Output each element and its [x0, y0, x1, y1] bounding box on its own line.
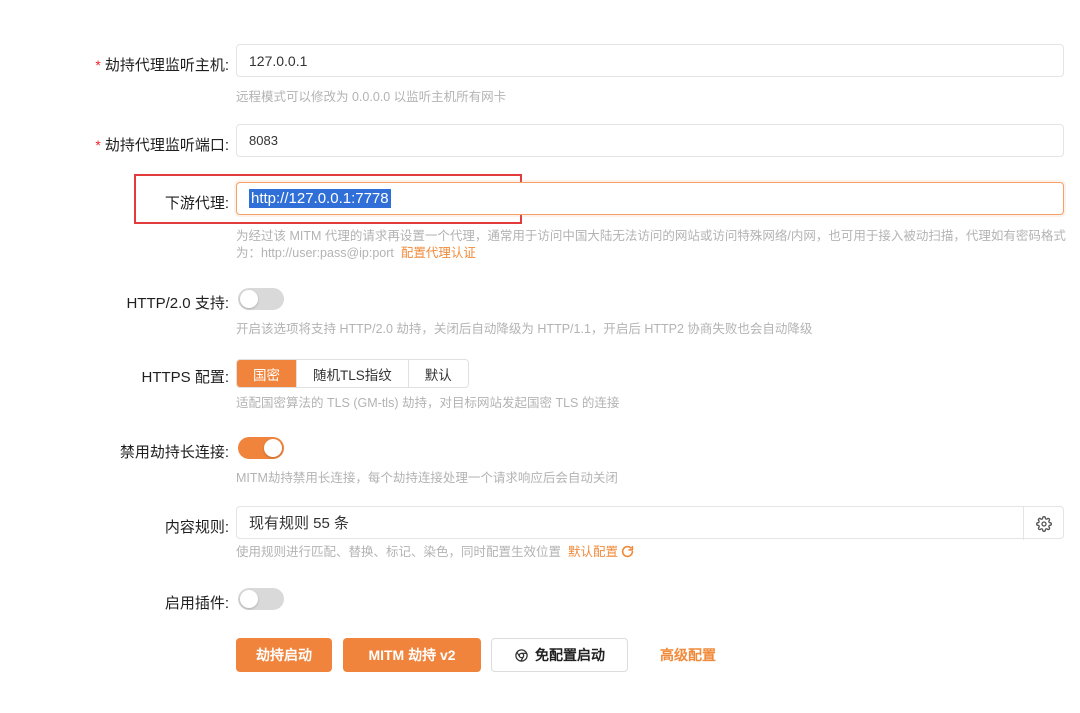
rules-label: 内容规则: [164, 519, 229, 536]
http2-switch[interactable] [238, 288, 284, 310]
port-value: 8083 [249, 133, 278, 148]
host-help: 远程模式可以修改为 0.0.0.0 以监听主机所有网卡 [236, 90, 507, 104]
start-hijack-button[interactable]: 劫持启动 [236, 638, 332, 672]
https-help: 适配国密算法的 TLS (GM-tls) 劫持，对目标网站发起国密 TLS 的连… [236, 396, 620, 410]
port-input[interactable]: 8083 [236, 124, 1064, 157]
proxy-auth-link[interactable]: 配置代理认证 [401, 246, 476, 260]
downstream-proxy-input[interactable]: http://127.0.0.1:7778 [236, 182, 1064, 215]
rules-help: 使用规则进行匹配、替换、标记、染色，同时配置生效位置 默认配置 [236, 544, 634, 561]
gear-icon [1035, 515, 1052, 532]
rules-settings-button[interactable] [1023, 507, 1063, 540]
downstream-help-text: 为经过该 MITM 代理的请求再设置一个代理，通常用于访问中国大陆无法访问的网站… [236, 229, 1066, 260]
rules-help-text: 使用规则进行匹配、替换、标记、染色，同时配置生效位置 [236, 545, 562, 559]
refresh-icon[interactable] [621, 545, 634, 558]
disable-keepalive-switch[interactable] [238, 437, 284, 459]
rules-value: 现有规则 55 条 [249, 515, 350, 532]
host-label-text: 劫持代理监听主机: [104, 57, 229, 74]
switch-knob [264, 439, 282, 457]
https-option-gm[interactable]: 国密 [237, 360, 297, 387]
host-value: 127.0.0.1 [249, 52, 308, 69]
required-mark: * [95, 57, 101, 73]
no-config-start-button[interactable]: 免配置启动 [491, 638, 628, 672]
plugins-label: 启用插件: [164, 595, 229, 612]
enable-plugins-switch[interactable] [238, 588, 284, 610]
port-label-text: 劫持代理监听端口: [104, 137, 229, 154]
host-input[interactable]: 127.0.0.1 [236, 44, 1064, 77]
https-option-random-tls[interactable]: 随机TLS指纹 [297, 360, 409, 387]
required-mark: * [95, 137, 101, 153]
mitm-v2-button[interactable]: MITM 劫持 v2 [343, 638, 481, 672]
downstream-help: 为经过该 MITM 代理的请求再设置一个代理，通常用于访问中国大陆无法访问的网站… [236, 228, 1066, 262]
downstream-proxy-value: http://127.0.0.1:7778 [249, 189, 391, 208]
downstream-label: 下游代理: [164, 195, 229, 212]
port-label: * 劫持代理监听端口: [95, 134, 229, 155]
host-label: * 劫持代理监听主机: [95, 54, 229, 75]
switch-knob [240, 590, 258, 608]
rules-input[interactable]: 现有规则 55 条 [236, 506, 1064, 540]
https-label: HTTPS 配置: [141, 369, 229, 386]
switch-knob [240, 290, 258, 308]
keepalive-label: 禁用劫持长连接: [119, 444, 229, 461]
https-mode-segmented: 国密 随机TLS指纹 默认 [236, 359, 469, 388]
default-config-link[interactable]: 默认配置 [568, 545, 618, 559]
no-config-start-label: 免配置启动 [535, 647, 605, 663]
http2-label: HTTP/2.0 支持: [126, 295, 229, 312]
http2-help: 开启该选项将支持 HTTP/2.0 劫持，关闭后自动降级为 HTTP/1.1，开… [236, 322, 813, 336]
keepalive-help: MITM劫持禁用长连接，每个劫持连接处理一个请求响应后会自动关闭 [236, 471, 618, 485]
https-option-default[interactable]: 默认 [408, 360, 468, 387]
advanced-config-link[interactable]: 高级配置 [645, 638, 731, 672]
chrome-icon [515, 648, 528, 662]
